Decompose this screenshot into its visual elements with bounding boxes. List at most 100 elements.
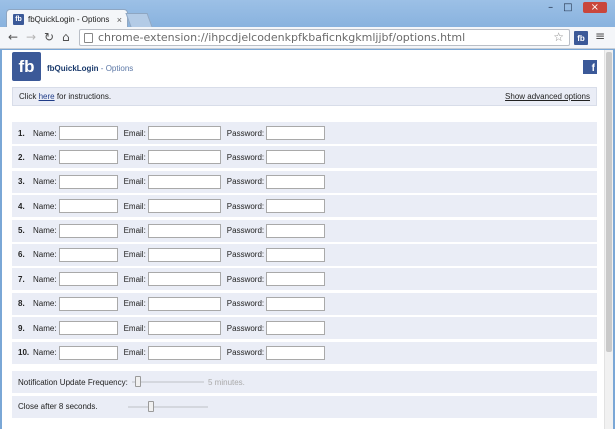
- fb-extension-button[interactable]: fb: [574, 31, 588, 45]
- minimize-icon[interactable]: –: [548, 2, 553, 13]
- name-label: Name:: [33, 250, 57, 260]
- name-label: Name:: [33, 177, 57, 187]
- show-advanced-options-link[interactable]: Show advanced options: [505, 92, 590, 101]
- account-row: 6. Name: Email: Password:: [12, 243, 597, 266]
- email-field[interactable]: [147, 247, 221, 262]
- account-row: 5. Name: Email: Password:: [12, 219, 597, 242]
- menu-icon[interactable]: ≡: [595, 29, 605, 43]
- facebook-icon[interactable]: f: [583, 60, 597, 74]
- name-label: Name:: [33, 299, 57, 309]
- email-label: Email:: [123, 323, 146, 333]
- bookmark-star-icon[interactable]: ☆: [553, 30, 564, 44]
- close-after-row: Close after 8 seconds.: [12, 395, 597, 418]
- email-label: Email:: [123, 128, 146, 138]
- name-field[interactable]: [58, 150, 118, 165]
- password-field[interactable]: [266, 247, 326, 262]
- name-label: Name:: [33, 128, 57, 138]
- instructions-bar: Click here for instructions. Show advanc…: [12, 87, 597, 106]
- browser-toolbar: ← → ↻ ⌂ chrome-extension://ihpcdjelcoden…: [0, 27, 615, 49]
- reload-icon[interactable]: ↻: [44, 30, 54, 44]
- tab-close-icon[interactable]: ×: [117, 15, 122, 25]
- account-number: 8.: [18, 299, 25, 309]
- password-field[interactable]: [266, 150, 326, 165]
- email-field[interactable]: [147, 150, 221, 165]
- address-bar[interactable]: chrome-extension://ihpcdjelcodenkpfkbafi…: [79, 29, 570, 46]
- account-number: 2.: [18, 152, 25, 162]
- email-field[interactable]: [147, 223, 221, 238]
- password-field[interactable]: [266, 345, 326, 360]
- new-tab-button[interactable]: [125, 13, 153, 27]
- password-field[interactable]: [266, 199, 326, 214]
- email-field[interactable]: [147, 126, 221, 140]
- name-field[interactable]: [58, 345, 118, 360]
- close-after-slider-track[interactable]: [128, 405, 208, 408]
- email-label: Email:: [123, 348, 146, 358]
- email-field[interactable]: [147, 199, 221, 214]
- name-field[interactable]: [58, 296, 118, 311]
- name-field[interactable]: [58, 321, 118, 336]
- accounts-list: 1. Name: Email: Password: 2. Name: Email: Passw…: [12, 122, 597, 366]
- email-field[interactable]: [147, 272, 221, 287]
- window-close-icon[interactable]: ×: [582, 2, 607, 13]
- password-field[interactable]: [266, 174, 326, 189]
- close-after-slider-handle[interactable]: [147, 400, 154, 412]
- back-arrow-icon[interactable]: ←: [8, 30, 18, 44]
- account-row: 2. Name: Email: Password:: [12, 146, 597, 169]
- instructions-suffix: for instructions.: [56, 92, 112, 101]
- account-number: 9.: [18, 323, 25, 333]
- email-label: Email:: [123, 177, 146, 187]
- fb-favicon-icon: fb: [13, 14, 24, 25]
- maximize-icon[interactable]: □: [563, 2, 572, 13]
- account-number: 3.: [18, 177, 25, 187]
- page-title: fbQuickLogin - Options: [47, 64, 133, 73]
- account-row: 10. Name: Email: Password:: [12, 341, 597, 364]
- page-icon: [84, 32, 93, 43]
- account-row: 7. Name: Email: Password:: [12, 268, 597, 291]
- email-field[interactable]: [147, 174, 221, 189]
- email-label: Email:: [123, 274, 146, 284]
- email-field[interactable]: [147, 345, 221, 360]
- password-label: Password:: [226, 128, 265, 138]
- name-field[interactable]: [58, 223, 118, 238]
- password-label: Password:: [226, 348, 265, 358]
- close-after-label: Close after 8 seconds.: [18, 402, 98, 411]
- password-label: Password:: [226, 323, 265, 333]
- name-field[interactable]: [58, 199, 118, 214]
- email-label: Email:: [123, 226, 146, 236]
- account-number: 6.: [18, 250, 25, 260]
- password-field[interactable]: [266, 126, 326, 140]
- password-label: Password:: [226, 226, 265, 236]
- title-separator: -: [100, 64, 104, 73]
- scrollbar-thumb[interactable]: [606, 52, 612, 352]
- password-field[interactable]: [266, 296, 326, 311]
- email-label: Email:: [123, 299, 146, 309]
- name-label: Name:: [33, 226, 57, 236]
- email-field[interactable]: [147, 296, 221, 311]
- name-field[interactable]: [58, 174, 118, 189]
- forward-arrow-icon[interactable]: →: [26, 30, 36, 44]
- name-label: Name:: [33, 201, 57, 211]
- password-field[interactable]: [266, 272, 326, 287]
- password-field[interactable]: [266, 321, 326, 336]
- account-number: 4.: [18, 201, 25, 211]
- browser-tab[interactable]: fb fbQuickLogin - Options ×: [6, 9, 128, 29]
- window-titlebar: fb fbQuickLogin - Options × – □ ×: [0, 0, 615, 29]
- instructions-link[interactable]: here: [39, 92, 55, 101]
- email-field[interactable]: [147, 321, 221, 336]
- account-row: 3. Name: Email: Password:: [12, 170, 597, 193]
- name-field[interactable]: [58, 247, 118, 262]
- name-label: Name:: [33, 274, 57, 284]
- page-viewport: fb fbQuickLogin - Options f Click here f…: [2, 50, 613, 429]
- account-row: 9. Name: Email: Password:: [12, 317, 597, 340]
- notification-frequency-row: Notification Update Frequency: 5 minutes…: [12, 371, 597, 393]
- password-label: Password:: [226, 299, 265, 309]
- name-field[interactable]: [58, 126, 118, 140]
- notification-slider-track[interactable]: [132, 381, 204, 383]
- notification-slider-handle[interactable]: [135, 376, 141, 387]
- password-field[interactable]: [266, 223, 326, 238]
- vertical-scrollbar[interactable]: [604, 50, 613, 429]
- account-number: 1.: [18, 128, 25, 138]
- name-field[interactable]: [58, 272, 118, 287]
- instructions-prefix: Click: [19, 92, 37, 101]
- home-icon[interactable]: ⌂: [62, 30, 70, 44]
